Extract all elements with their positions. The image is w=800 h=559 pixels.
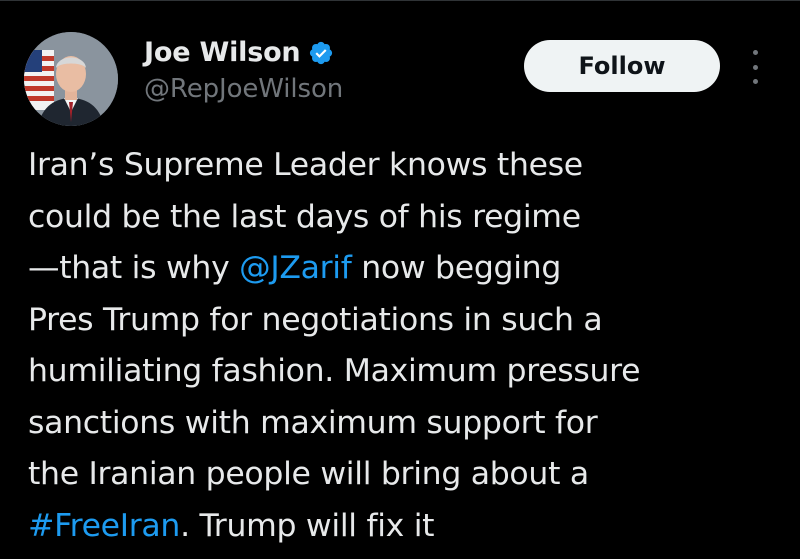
dot bbox=[752, 79, 758, 84]
tweet-line: humiliating fashion. Maximum pressure bbox=[28, 346, 788, 398]
text-segment: sanctions with maximum support for bbox=[28, 404, 598, 441]
text-segment: now begging bbox=[351, 250, 562, 286]
display-name[interactable]: Joe Wilson bbox=[144, 37, 301, 68]
tweet-line: Iran’s Supreme Leader knows these bbox=[28, 140, 788, 192]
avatar[interactable] bbox=[24, 32, 118, 126]
follow-button[interactable]: Follow bbox=[524, 40, 720, 92]
tweet-line: #FreeIran. Trump will fix it bbox=[28, 501, 788, 553]
tweet-line: could be the last days of his regime bbox=[28, 192, 788, 244]
text-segment: Iran’s Supreme Leader knows these bbox=[28, 147, 583, 183]
text-segment: —that is why bbox=[28, 250, 240, 286]
name-row: Joe Wilson bbox=[144, 32, 343, 72]
avatar-image bbox=[24, 32, 118, 126]
hashtag-link[interactable]: #FreeIran bbox=[28, 508, 180, 544]
verified-badge-icon bbox=[308, 40, 334, 66]
mention-link[interactable]: @JZarif bbox=[239, 250, 352, 286]
text-segment: the Iranian people will bring about a bbox=[28, 456, 589, 492]
tweet-line: sanctions with maximum support for bbox=[28, 398, 788, 450]
text-segment: . Trump will fix it bbox=[180, 507, 435, 544]
dot bbox=[752, 64, 758, 70]
tweet-line: Pres Trump for negotiations in such a bbox=[28, 295, 788, 347]
more-options-icon[interactable] bbox=[744, 50, 766, 84]
text-segment: could be the last days of his regime bbox=[28, 198, 581, 235]
tweet-card: Joe Wilson @RepJoeWilson Follow Iran’s S… bbox=[0, 0, 800, 559]
tweet-line: —that is why @JZarif now begging bbox=[28, 243, 788, 295]
text-segment: humiliating fashion. Maximum pressure bbox=[28, 353, 641, 389]
divider bbox=[0, 0, 800, 1]
tweet-text: Iran’s Supreme Leader knows these could … bbox=[28, 140, 788, 552]
dot bbox=[752, 50, 758, 55]
tweet-header: Joe Wilson @RepJoeWilson bbox=[144, 32, 343, 105]
tweet-line: the Iranian people will bring about a bbox=[28, 449, 788, 501]
text-segment: Pres Trump for negotiations in such a bbox=[28, 301, 603, 338]
user-handle[interactable]: @RepJoeWilson bbox=[144, 74, 343, 104]
